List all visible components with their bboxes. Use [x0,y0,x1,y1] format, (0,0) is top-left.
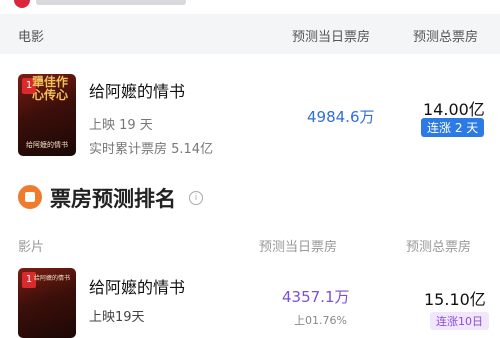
pred-total-value: 14.00亿 [423,100,485,119]
movie-poster[interactable]: 1 犟佳作心传心 给阿嬷的情书 [18,74,76,156]
box-office-icon [18,185,42,209]
pred-today-value: 4357.1万 [282,288,350,306]
col-pred-total: 预测总票房 [413,30,479,45]
trend-badge: 连涨 2 天 [421,118,485,137]
info-icon[interactable]: i [189,191,203,205]
pred-today-value: 4984.6万 [307,108,375,126]
col-pred-total: 预测总票房 [406,240,472,255]
col-movie: 影片 [18,240,45,255]
pred-total-value: 15.10亿 [424,290,486,309]
col-movie: 电影 [18,30,45,45]
col-pred-today: 预测当日票房 [259,240,338,255]
poster-calligraphy: 犟佳作心传心 [32,75,69,102]
featured-movie-card[interactable]: 1 犟佳作心传心 给阿嬷的情书 给阿嬷的情书 上映 19 天 实时累计票房 5.… [0,54,500,170]
app-title-cropped [36,0,186,5]
movie-title[interactable]: 给阿嬷的情书 [89,274,185,298]
cumulative-box-office: 实时累计票房 5.14亿 [89,142,214,157]
table-header: 电影 预测当日票房 预测总票房 [0,14,500,54]
col-pred-today: 预测当日票房 [292,30,371,45]
release-days: 上映 19 天 [89,118,153,133]
change-rate: 上01.76% [294,314,347,327]
poster-subtitle: 给阿嬷的情书 [34,275,71,282]
release-days: 上映19天 [89,310,145,325]
section-title: 票房预测排名 [50,187,176,211]
movie-poster[interactable]: 1 给阿嬷的情书 [18,268,76,338]
app-title-bar [0,0,500,12]
trend-badge: 连涨10日 [430,312,489,330]
app-logo-icon [14,0,30,8]
poster-subtitle: 给阿嬷的情书 [26,141,68,149]
movie-title[interactable]: 给阿嬷的情书 [89,78,185,102]
